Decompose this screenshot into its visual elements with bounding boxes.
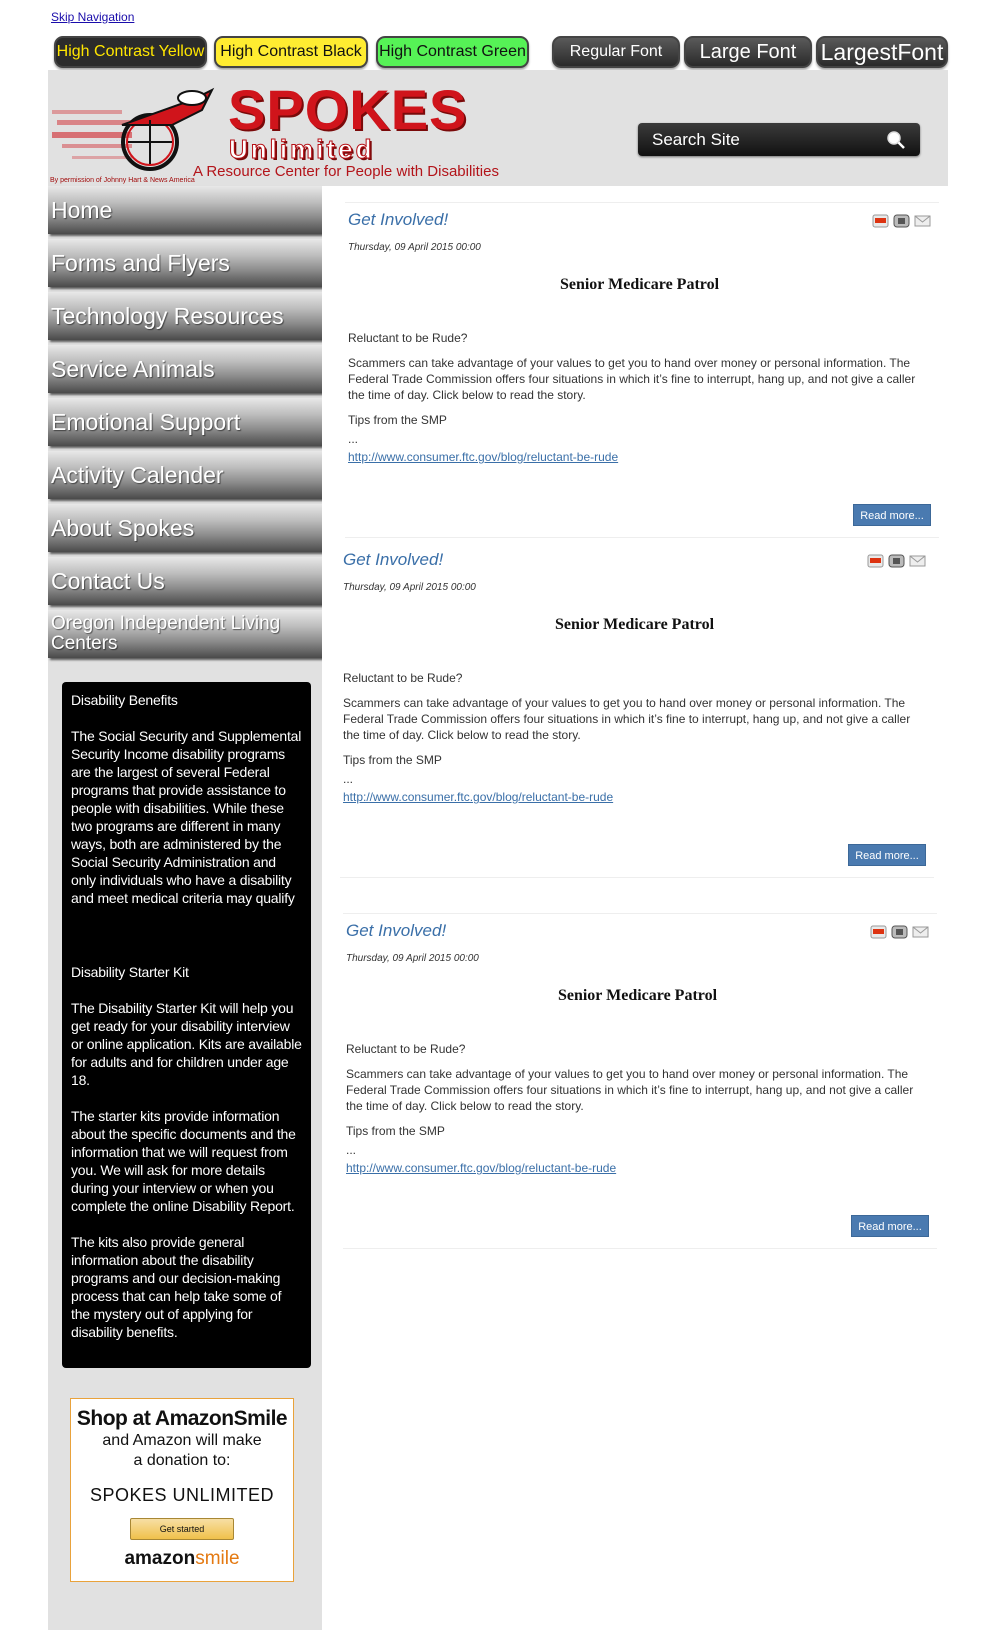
article-ellipsis: ... [346,1143,357,1157]
print-icon[interactable] [888,554,905,568]
article-question: Reluctant to be Rude? [348,331,468,345]
main-navigation: Home Forms and Flyers Technology Resourc… [48,186,322,663]
page: Skip Navigation High Contrast Yellow Hig… [0,0,1000,1630]
amazon-logo-smile: smile [195,1548,240,1569]
starter-kit-paragraph: The Disability Starter Kit will help you… [71,1000,302,1088]
search-box[interactable]: Search Site [638,123,920,156]
nav-item-contact-us[interactable]: Contact Us [48,557,322,605]
article-text: Scammers can take advantage of your valu… [343,696,911,742]
article-body: Reluctant to be Rude? Scammers can take … [348,330,931,465]
article-external-link[interactable]: http://www.consumer.ftc.gov/blog/relucta… [348,450,618,464]
brand-subname: Unlimited [228,134,375,165]
article-question: Reluctant to be Rude? [343,671,463,685]
article-tools [867,554,926,568]
article-external-link[interactable]: http://www.consumer.ftc.gov/blog/relucta… [343,790,613,804]
article: Get Involved! Thursday, 09 April 2015 00… [343,913,937,1253]
article-date: Thursday, 09 April 2015 00:00 [343,582,476,593]
pdf-icon[interactable] [870,925,887,939]
amazonsmile-banner[interactable]: Shop at AmazonSmile and Amazon will make… [70,1398,294,1582]
nav-item-technology-resources[interactable]: Technology Resources [48,292,322,340]
article-date: Thursday, 09 April 2015 00:00 [346,953,479,964]
brand-name[interactable]: SPOKES [228,82,467,138]
article-headline: Senior Medicare Patrol [557,987,718,1004]
article-date: Thursday, 09 April 2015 00:00 [348,242,481,253]
article-category-link[interactable]: Get Involved! [348,210,448,230]
amazon-logo-main: amazon [124,1548,196,1569]
article-external-link[interactable]: http://www.consumer.ftc.gov/blog/relucta… [346,1161,616,1175]
nav-item-activity-calender[interactable]: Activity Calender [48,451,322,499]
read-more-button[interactable]: Read more... [848,844,926,866]
nav-item-about-spokes[interactable]: About Spokes [48,504,322,552]
amazon-line: and Amazon will make [102,1432,262,1449]
article-text: Scammers can take advantage of your valu… [346,1067,914,1113]
article-headline: Senior Medicare Patrol [559,276,720,293]
read-more-button[interactable]: Read more... [851,1215,929,1237]
read-more-button[interactable]: Read more... [853,504,931,526]
article-tips: Tips from the SMP [348,413,447,427]
starter-kit-heading: Disability Starter Kit [71,964,189,980]
print-icon[interactable] [893,214,910,228]
article: Get Involved! Thursday, 09 April 2015 00… [345,202,939,542]
largest-font-button[interactable]: LargestFont [816,36,948,68]
amazonsmile-logo: amazonsmile [71,1548,293,1570]
nav-item-forms-and-flyers[interactable]: Forms and Flyers [48,239,322,287]
email-icon[interactable] [909,554,926,568]
article-category-link[interactable]: Get Involved! [343,550,443,570]
high-contrast-yellow-button[interactable]: High Contrast Yellow [54,36,207,68]
main-content: Get Involved! Thursday, 09 April 2015 00… [322,186,948,1630]
starter-kit-paragraph: The kits also provide general informatio… [71,1234,282,1340]
article-ellipsis: ... [343,772,354,786]
email-icon[interactable] [914,214,931,228]
article-tools [870,925,929,939]
search-label: Search Site [652,129,740,149]
benefits-heading: Disability Benefits [71,692,178,708]
skip-navigation-link[interactable]: Skip Navigation [51,10,134,24]
nav-item-emotional-support[interactable]: Emotional Support [48,398,322,446]
article: Get Involved! Thursday, 09 April 2015 00… [340,542,934,882]
pdf-icon[interactable] [867,554,884,568]
article-question: Reluctant to be Rude? [346,1042,466,1056]
accessibility-bar: Skip Navigation High Contrast Yellow Hig… [48,0,948,70]
benefits-paragraph: The Social Security and Supplemental Sec… [71,728,302,906]
high-contrast-green-button[interactable]: High Contrast Green [376,36,529,68]
article-text: Scammers can take advantage of your valu… [348,356,916,402]
article-body: Reluctant to be Rude? Scammers can take … [343,670,926,805]
article-headline: Senior Medicare Patrol [554,616,715,633]
disability-benefits-panel: Disability Benefits The Social Security … [62,682,311,1368]
amazon-line: a donation to: [133,1452,231,1469]
large-font-button[interactable]: Large Font [684,36,812,68]
article-ellipsis: ... [348,432,359,446]
pdf-icon[interactable] [872,214,889,228]
amazon-get-started-button[interactable]: Get started [130,1518,234,1540]
email-icon[interactable] [912,925,929,939]
search-icon[interactable] [886,130,906,150]
article-body: Reluctant to be Rude? Scammers can take … [346,1041,929,1176]
regular-font-button[interactable]: Regular Font [552,36,680,68]
article-tips: Tips from the SMP [346,1124,445,1138]
amazon-title: Shop at AmazonSmile [76,1407,288,1430]
nav-item-home[interactable]: Home [48,186,322,234]
site-header: By permission of Johnny Hart & News Amer… [48,70,948,187]
tagline: A Resource Center for People with Disabi… [193,163,499,180]
article-tips: Tips from the SMP [343,753,442,767]
starter-kit-paragraph: The starter kits provide information abo… [71,1108,296,1214]
print-icon[interactable] [891,925,908,939]
article-category-link[interactable]: Get Involved! [346,921,446,941]
nav-item-oregon-ilc[interactable]: Oregon Independent Living Centers [48,610,322,658]
article-tools [872,214,931,228]
wheelchair-logo-icon[interactable] [52,80,222,175]
high-contrast-black-button[interactable]: High Contrast Black [214,36,368,68]
logo-credit: By permission of Johnny Hart & News Amer… [50,177,195,184]
nav-item-service-animals[interactable]: Service Animals [48,345,322,393]
amazon-org: SPOKES UNLIMITED [89,1485,275,1505]
